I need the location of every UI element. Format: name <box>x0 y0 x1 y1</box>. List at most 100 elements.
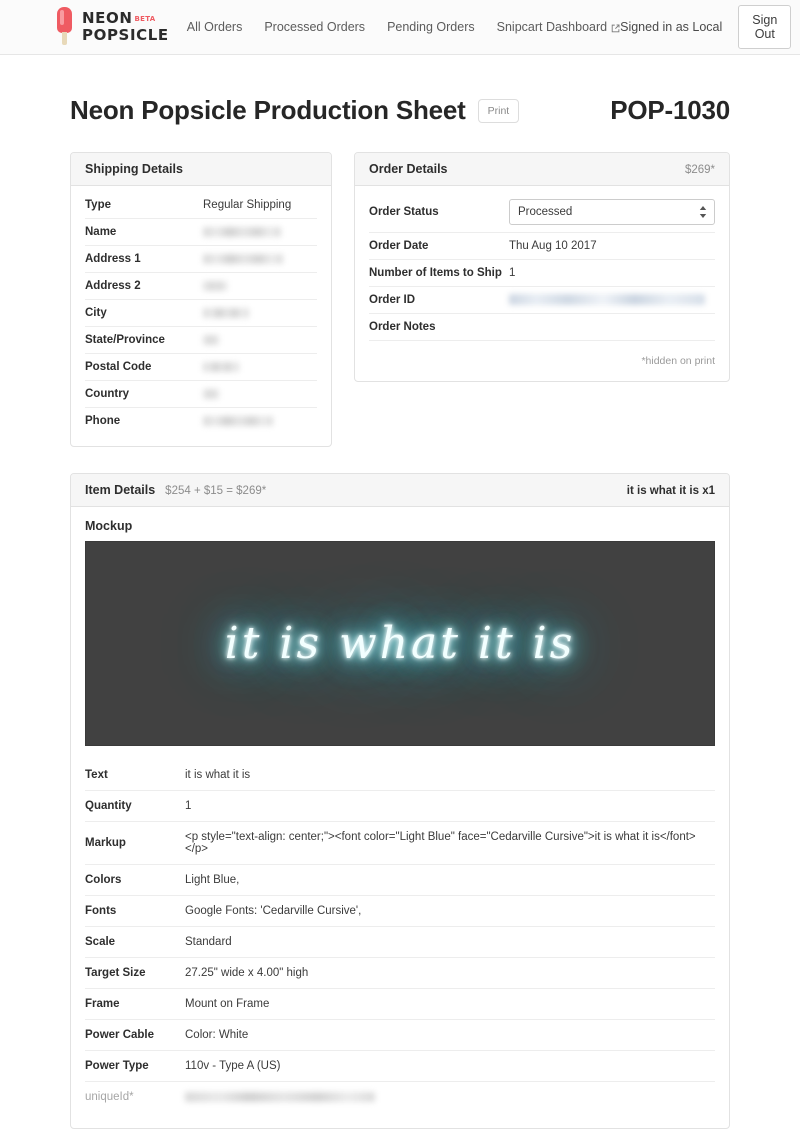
nav-right: Signed in as Local Sign Out <box>620 5 792 49</box>
redacted-value <box>203 415 273 426</box>
shipping-field-value <box>203 253 283 265</box>
shipping-field-value <box>203 334 219 346</box>
top-navbar: NEON BETA POPSICLE All Orders Processed … <box>0 0 800 55</box>
order-details-panel: Order Details $269* Order Status Process… <box>354 152 730 382</box>
order-id-row: Order ID <box>369 287 715 314</box>
nav-link-pending-orders-label: Pending Orders <box>387 20 475 34</box>
page-content: Neon Popsicle Production Sheet Print POP… <box>0 55 800 1129</box>
order-notes-row: Order Notes <box>369 314 715 341</box>
shipping-field-value: Regular Shipping <box>203 199 292 211</box>
table-row: Address 1 <box>85 246 317 273</box>
item-field-label: Quantity <box>85 800 132 812</box>
table-row: State/Province <box>85 327 317 354</box>
table-row: Scale Standard <box>85 927 715 958</box>
signed-in-label: Signed in as Local <box>620 20 723 34</box>
order-date-row: Order Date Thu Aug 10 2017 <box>369 233 715 260</box>
sign-out-button[interactable]: Sign Out <box>738 5 792 49</box>
item-field-label: Power Type <box>85 1060 149 1072</box>
brand-line-1: NEON <box>82 9 133 27</box>
redacted-value <box>203 253 283 264</box>
order-status-value: Processed <box>509 199 715 225</box>
shipping-field-value <box>203 388 219 400</box>
item-field-label: Fonts <box>85 905 117 917</box>
shipping-field-label: Address 2 <box>85 280 141 292</box>
nav-link-all-orders-label: All Orders <box>186 20 243 34</box>
order-date-label: Order Date <box>369 240 429 252</box>
item-field-value: Color: White <box>185 1029 249 1041</box>
table-row: Fonts Google Fonts: 'Cedarville Cursive', <box>85 896 715 927</box>
table-row: Power Cable Color: White <box>85 1020 715 1051</box>
brand-wordmark: NEON BETA POPSICLE <box>82 11 169 43</box>
nav-link-pending-orders[interactable]: Pending Orders <box>387 20 475 34</box>
table-row: Postal Code <box>85 354 317 381</box>
shipping-details-header: Shipping Details <box>71 153 331 186</box>
brand-logo[interactable]: NEON BETA POPSICLE <box>55 7 169 47</box>
order-status-row: Order Status Processed <box>369 192 715 233</box>
shipping-field-label: Name <box>85 226 117 238</box>
order-items-value: 1 <box>509 267 516 279</box>
table-row: Address 2 <box>85 273 317 300</box>
shipping-details-body: Type Regular Shipping Name Address 1 Address… <box>71 186 331 446</box>
order-number: POP-1030 <box>610 95 730 125</box>
redacted-value <box>203 361 239 372</box>
redacted-value <box>203 307 249 318</box>
order-total: $269* <box>684 164 715 176</box>
order-status-select[interactable]: Processed <box>509 199 715 225</box>
shipping-field-value <box>203 226 281 238</box>
print-button[interactable]: Print <box>477 98 520 123</box>
external-link-icon <box>611 22 620 32</box>
item-summary: it is what it is x1 <box>626 485 715 497</box>
table-row: Markup <p style="text-align: center;"><fo… <box>85 822 715 865</box>
item-field-label: uniqueId* <box>85 1091 134 1103</box>
details-columns: Shipping Details Type Regular Shipping Nam… <box>70 152 730 447</box>
item-field-value: Google Fonts: 'Cedarville Cursive', <box>185 905 362 917</box>
item-field-value: Light Blue, <box>185 874 240 886</box>
table-row: City <box>85 300 317 327</box>
order-items-row: Number of Items to Ship 1 <box>369 260 715 287</box>
shipping-field-label: State/Province <box>85 334 165 346</box>
shipping-field-label: Country <box>85 388 130 400</box>
order-date-value: Thu Aug 10 2017 <box>509 240 597 252</box>
shipping-field-value <box>203 307 249 319</box>
item-field-value: Standard <box>185 936 232 948</box>
mockup-preview: it is what it is <box>85 541 715 746</box>
item-details-header: Item Details $254 + $15 = $269* it is wh… <box>71 474 729 507</box>
order-details-header: Order Details $269* <box>355 153 729 186</box>
table-row: uniqueId* <box>85 1082 715 1112</box>
item-field-label: Frame <box>85 998 120 1010</box>
order-details-column: Order Details $269* Order Status Process… <box>354 152 730 382</box>
shipping-field-value <box>203 361 239 373</box>
redacted-value <box>203 280 227 291</box>
table-row: Quantity 1 <box>85 791 715 822</box>
item-field-label: Target Size <box>85 967 146 979</box>
nav-link-snipcart-dashboard[interactable]: Snipcart Dashboard <box>497 20 620 34</box>
nav-link-snipcart-dashboard-label: Snipcart Dashboard <box>496 20 608 34</box>
shipping-field-label: Postal Code <box>85 361 152 373</box>
brand-line-2: POPSICLE <box>82 26 169 44</box>
nav-link-processed-orders[interactable]: Processed Orders <box>264 20 365 34</box>
beta-badge: BETA <box>134 15 156 23</box>
mockup-label: Mockup <box>85 519 133 533</box>
shipping-field-value <box>203 415 273 427</box>
nav-link-processed-orders-label: Processed Orders <box>264 20 366 34</box>
table-row: Name <box>85 219 317 246</box>
redacted-value <box>203 226 281 237</box>
table-row: Target Size 27.25" wide x 4.00" high <box>85 958 715 989</box>
redacted-value <box>203 334 219 345</box>
shipping-field-label: Address 1 <box>85 253 141 265</box>
order-details-heading: Order Details <box>369 162 448 176</box>
redacted-value <box>203 388 219 399</box>
nav-link-all-orders[interactable]: All Orders <box>187 20 243 34</box>
shipping-details-column: Shipping Details Type Regular Shipping Nam… <box>70 152 332 447</box>
select-stepper-icon <box>699 205 707 219</box>
item-field-label: Colors <box>85 874 122 886</box>
item-details-body: Mockup it is what it is Text it is what i… <box>71 507 729 1128</box>
nav-links: All Orders Processed Orders Pending Orde… <box>187 20 620 34</box>
table-row: Colors Light Blue, <box>85 865 715 896</box>
item-field-value <box>185 1091 375 1103</box>
item-field-label: Text <box>85 769 108 781</box>
item-field-value: 110v - Type A (US) <box>185 1060 281 1072</box>
order-items-label: Number of Items to Ship <box>369 267 502 279</box>
item-field-value: it is what it is <box>185 769 251 781</box>
item-price-breakdown: $254 + $15 = $269* <box>165 485 267 497</box>
